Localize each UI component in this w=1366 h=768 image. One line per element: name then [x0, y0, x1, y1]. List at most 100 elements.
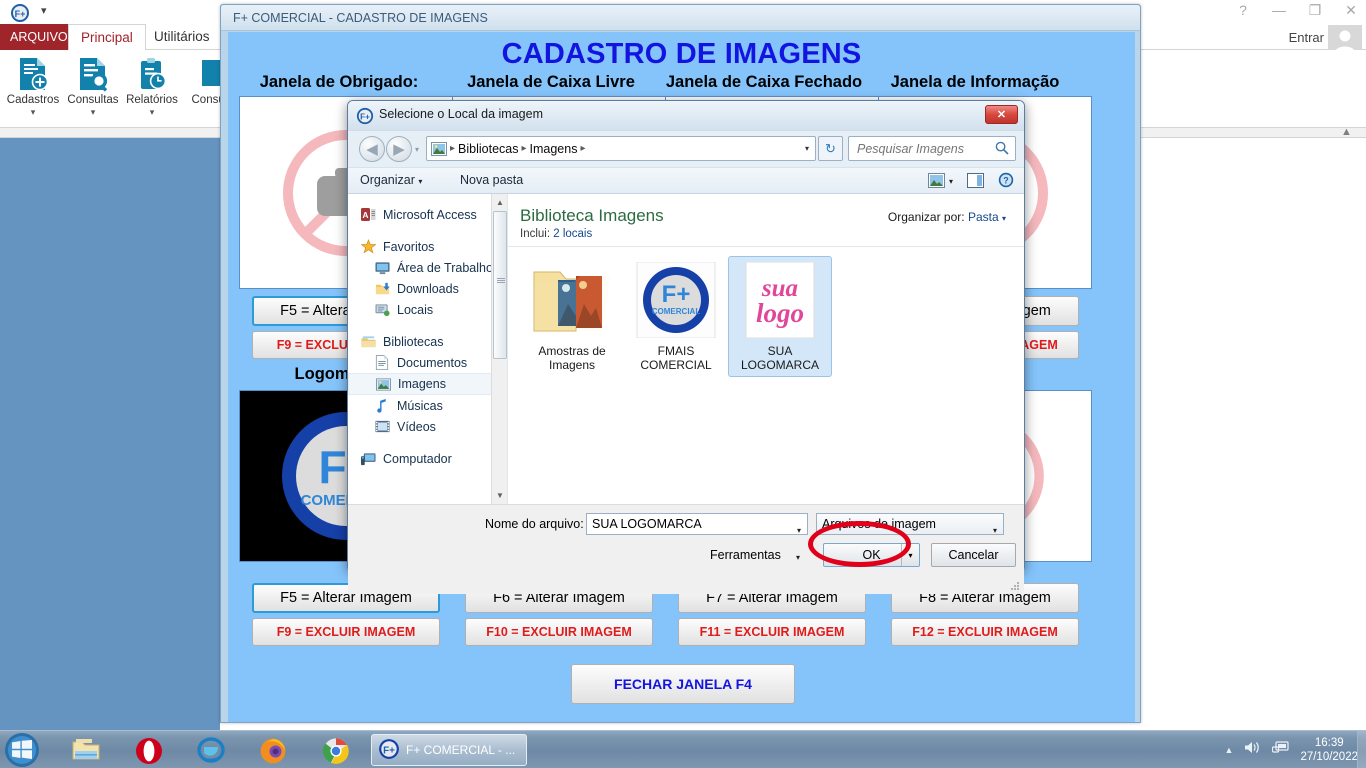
pictures-icon [375, 376, 391, 392]
scrollbar-thumb[interactable] [493, 211, 507, 359]
tab-utilitarios[interactable]: Utilitários [142, 24, 222, 50]
ribbon-item-cadastros[interactable]: Cadastros ▾ [2, 54, 64, 117]
delete-image-button-f9-row2[interactable]: F9 = EXCLUIR IMAGEM [252, 618, 440, 646]
show-desktop-button[interactable] [1357, 731, 1366, 768]
tree-item-label: Imagens [398, 377, 446, 391]
chevron-down-icon: ▾ [418, 177, 423, 186]
filename-value: SUA LOGOMARCA [592, 517, 702, 531]
resize-grip[interactable] [1010, 581, 1020, 591]
navigation-pane-scrollbar[interactable]: ▲ ▼ [491, 194, 507, 504]
ribbon-item-relatorios[interactable]: Relatórios ▾ [121, 54, 183, 117]
label-line2: Imagens [548, 358, 596, 372]
list-item[interactable]: F+ COMERCIAL FMAIS COMERCIAL [624, 256, 728, 377]
scroll-down-button[interactable]: ▼ [492, 487, 507, 504]
breadcrumb-imagens[interactable]: Imagens [530, 142, 578, 156]
ok-dropdown-arrow[interactable]: ▾ [901, 544, 919, 566]
refresh-button[interactable]: ↻ [818, 136, 843, 161]
column-header-2: Janela de Caixa Fechado [665, 73, 863, 91]
ok-button[interactable]: OK ▾ [823, 543, 920, 567]
tree-item-computador[interactable]: Computador [348, 448, 507, 469]
close-button[interactable]: ✕ [1342, 2, 1360, 19]
tools-button[interactable]: Ferramentas [710, 548, 781, 562]
organize-button[interactable]: Organizar ▾ [360, 173, 422, 187]
delete-image-button-f10-row2[interactable]: F10 = EXCLUIR IMAGEM [465, 618, 653, 646]
fplus-logo-icon[interactable]: F+ [10, 3, 30, 23]
search-input[interactable] [855, 140, 993, 157]
ok-label: OK [862, 548, 881, 562]
restore-button[interactable]: ❐ [1306, 2, 1324, 19]
organize-by-value[interactable]: Pasta [968, 210, 999, 224]
close-window-button[interactable]: FECHAR JANELA F4 [571, 664, 795, 704]
preview-pane-icon[interactable] [967, 172, 984, 191]
tab-arquivo[interactable]: ARQUIVO [0, 24, 78, 50]
ribbon-item-caret[interactable]: ▾ [62, 107, 124, 117]
cancel-button[interactable]: Cancelar [931, 543, 1016, 567]
chevron-down-icon[interactable]: ▾ [805, 144, 809, 153]
network-icon[interactable] [1272, 740, 1290, 760]
breadcrumb-bibliotecas[interactable]: Bibliotecas [458, 142, 518, 156]
help-icon[interactable]: ? [998, 172, 1014, 191]
list-item[interactable]: Amostras de Imagens [520, 256, 624, 377]
includes-link[interactable]: 2 locais [553, 228, 592, 240]
delete-image-button-f12-row2[interactable]: F12 = EXCLUIR IMAGEM [891, 618, 1079, 646]
scrollbar-grip [497, 278, 505, 284]
pictures-library-icon [431, 141, 447, 156]
tree-item-bibliotecas[interactable]: Bibliotecas [348, 331, 507, 352]
tree-item-documentos[interactable]: Documentos [348, 352, 507, 373]
chevron-down-icon[interactable]: ▾ [993, 521, 997, 541]
minimize-button[interactable]: — [1270, 2, 1288, 19]
forward-button[interactable]: ▶ [386, 136, 412, 162]
close-icon[interactable]: ✕ [985, 105, 1018, 124]
clock[interactable]: 16:39 27/10/2022 [1300, 736, 1358, 764]
search-box[interactable] [848, 136, 1016, 161]
tree-item-imagens[interactable]: Imagens [348, 373, 507, 395]
quick-access-caret[interactable]: ▾ [41, 4, 46, 17]
label-line1: SUA [767, 344, 793, 358]
tree-item-videos[interactable]: Vídeos [348, 416, 507, 437]
tree-item-downloads[interactable]: Downloads [348, 278, 507, 299]
ribbon-item-consultas[interactable]: Consultas ▾ [62, 54, 124, 117]
chevron-up-icon[interactable]: ▲ [1341, 126, 1352, 138]
tree-item-area-de-trabalho[interactable]: Área de Trabalho [348, 257, 507, 278]
tree-item-label: Microsoft Access [383, 207, 477, 222]
list-item[interactable]: sua sua logo logo SUA LOGOMARCA [728, 256, 832, 377]
address-bar[interactable]: ▸ Bibliotecas ▸ Imagens ▸ ▾ [426, 136, 816, 161]
back-button[interactable]: ◀ [359, 136, 385, 162]
firefox-icon[interactable] [258, 737, 286, 764]
tree-item-locais[interactable]: Locais [348, 299, 507, 320]
tree-item-musicas[interactable]: Músicas [348, 395, 507, 416]
tree-gap [348, 320, 507, 331]
opera-icon[interactable] [135, 737, 162, 764]
filetype-combobox[interactable]: Arquivos de imagem ▾ [816, 513, 1004, 535]
taskbar-task-fplus[interactable]: F+ F+ COMERCIAL - ... [371, 734, 527, 766]
chevron-down-icon[interactable]: ▾ [796, 553, 800, 562]
document-add-icon [2, 54, 64, 94]
ribbon-item-caret[interactable]: ▾ [121, 107, 183, 117]
ribbon-item-label: Consultas [67, 94, 119, 106]
chevron-down-icon[interactable]: ▾ [1002, 214, 1006, 223]
fplus-logo-icon: F+ [356, 107, 374, 125]
ribbon-item-caret[interactable]: ▾ [2, 107, 64, 117]
help-button[interactable]: ? [1234, 2, 1252, 19]
chrome-icon[interactable] [321, 737, 349, 764]
organize-by[interactable]: Organizar por: Pasta ▾ [888, 210, 1006, 224]
search-icon[interactable] [995, 141, 1009, 158]
svg-text:F+: F+ [15, 9, 26, 19]
sign-in-link[interactable]: Entrar [1289, 30, 1324, 45]
tab-principal[interactable]: Principal [68, 24, 146, 51]
view-layout-icon[interactable] [927, 172, 945, 191]
chevron-down-icon[interactable]: ▾ [797, 521, 801, 541]
delete-image-button-f11-row2[interactable]: F11 = EXCLUIR IMAGEM [678, 618, 866, 646]
windows-start-orb[interactable] [4, 732, 40, 768]
tree-item-microsoft-access[interactable]: A Microsoft Access [348, 204, 507, 225]
file-explorer-icon[interactable] [72, 737, 100, 763]
internet-explorer-icon[interactable] [196, 737, 225, 763]
chevron-down-icon[interactable]: ▾ [949, 177, 953, 186]
volume-icon[interactable] [1244, 740, 1261, 760]
history-dropdown-icon[interactable]: ▾ [415, 145, 419, 154]
show-hidden-icons-button[interactable]: ▲ [1225, 745, 1234, 755]
tree-item-favoritos[interactable]: Favoritos [348, 236, 507, 257]
scroll-up-button[interactable]: ▲ [492, 194, 507, 211]
filename-combobox[interactable]: SUA LOGOMARCA ▾ [586, 513, 808, 535]
new-folder-button[interactable]: Nova pasta [460, 173, 523, 187]
